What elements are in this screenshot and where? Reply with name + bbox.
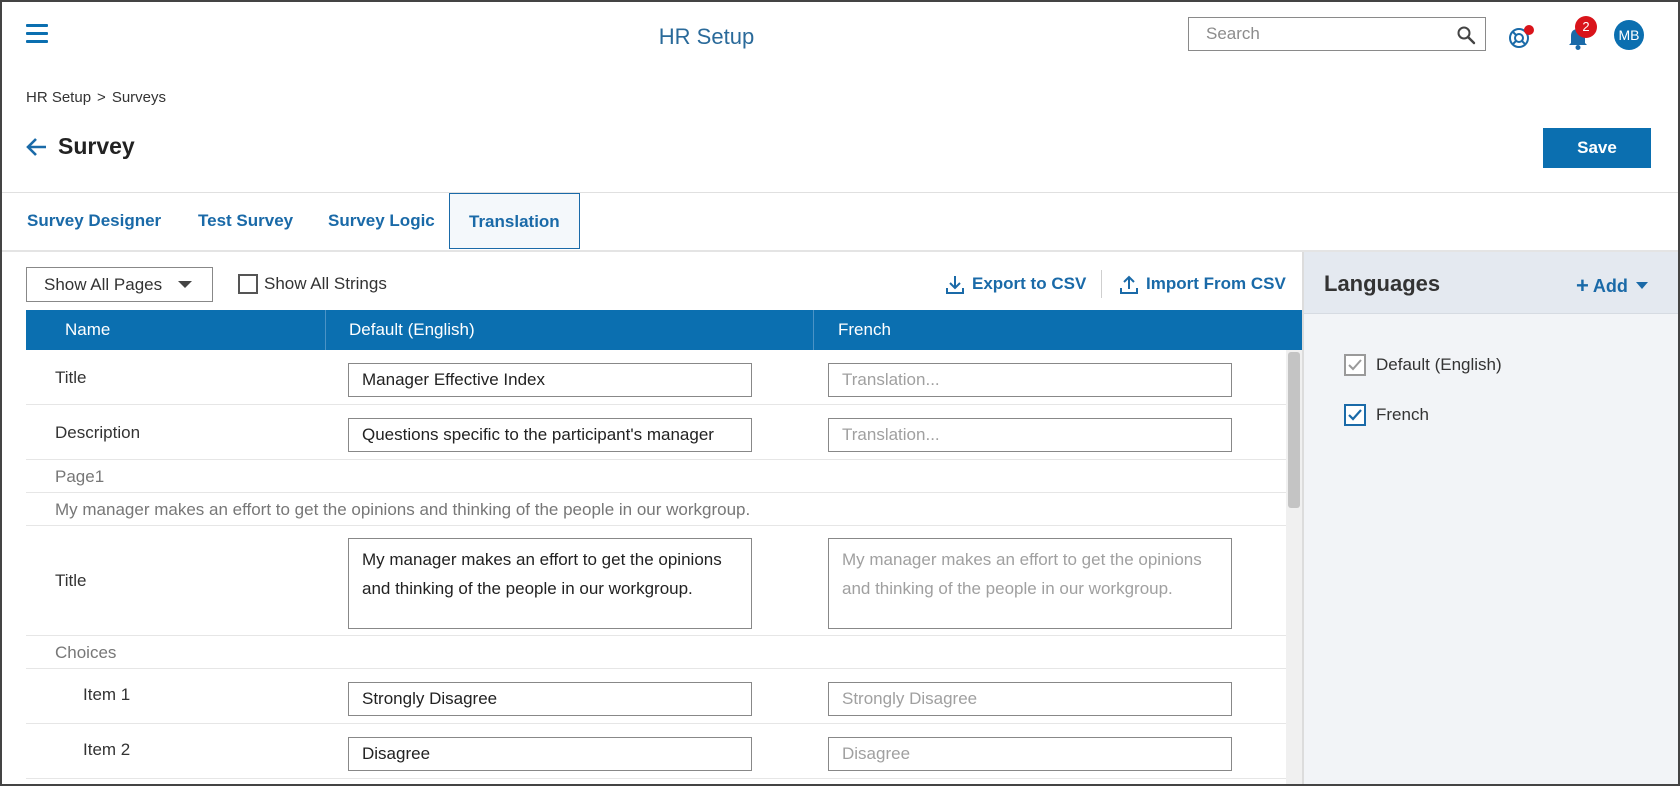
scrollbar-thumb[interactable] (1288, 352, 1300, 508)
add-language-label: Add (1592, 276, 1628, 296)
table-scrollbar[interactable] (1286, 350, 1302, 786)
tab-survey-logic[interactable]: Survey Logic (328, 193, 435, 249)
tab-bar: Survey Designer Test Survey Survey Logic… (0, 192, 1680, 252)
breadcrumb-separator: > (97, 89, 106, 106)
table-row: Title (26, 350, 1286, 405)
row-label: Title (55, 571, 87, 590)
section-heading-row: Page1 (26, 460, 1286, 493)
default-text-input[interactable] (348, 682, 752, 716)
chevron-down-icon (178, 281, 192, 288)
top-bar: HR Setup 2 MB (0, 0, 1680, 74)
translation-table-body: Title Description Page1 My manager makes… (26, 350, 1286, 786)
page-heading: Page1 (55, 467, 105, 486)
languages-title: Languages (1324, 271, 1441, 296)
column-divider (813, 310, 814, 350)
table-row: Title (26, 526, 1286, 636)
row-label: Item 2 (83, 740, 131, 759)
search-box (1188, 17, 1486, 51)
column-divider (325, 310, 326, 350)
row-label: Item 1 (83, 685, 131, 704)
translation-input[interactable] (828, 737, 1232, 771)
translation-text-area[interactable] (828, 538, 1232, 629)
french-checkbox[interactable] (1344, 404, 1366, 426)
show-all-strings-checkbox[interactable] (238, 274, 258, 294)
table-row: Item 1 (26, 669, 1286, 724)
checkmark-icon (1348, 359, 1362, 371)
export-csv-button[interactable]: Export to CSV (944, 274, 1086, 294)
show-all-strings-label[interactable]: Show All Strings (264, 274, 387, 294)
user-avatar[interactable]: MB (1614, 20, 1644, 50)
checkmark-icon (1348, 409, 1362, 421)
notification-badge: 2 (1575, 16, 1597, 38)
plus-icon: + (1576, 273, 1589, 298)
section-heading-row: Choices (26, 636, 1286, 669)
import-csv-label: Import From CSV (1146, 274, 1286, 293)
import-csv-button[interactable]: Import From CSV (1118, 274, 1286, 294)
default-text-input[interactable] (348, 418, 752, 452)
choices-heading: Choices (55, 643, 117, 662)
tab-test-survey[interactable]: Test Survey (198, 193, 293, 249)
table-header: Name Default (English) French (26, 310, 1302, 350)
languages-panel: Languages + Add Default (English) French (1302, 252, 1680, 786)
default-text-area[interactable] (348, 538, 752, 629)
save-button[interactable]: Save (1543, 128, 1651, 168)
default-text-input[interactable] (348, 363, 752, 397)
column-header-french: French (838, 320, 891, 339)
chevron-down-icon (1635, 282, 1648, 289)
upload-icon (1120, 275, 1138, 294)
export-csv-label: Export to CSV (972, 274, 1087, 293)
row-label: Title (55, 368, 87, 387)
toolbar-divider (1101, 270, 1102, 298)
back-arrow-icon[interactable] (26, 136, 48, 158)
breadcrumb-item-hr-setup[interactable]: HR Setup (26, 89, 91, 106)
search-input[interactable] (1189, 18, 1439, 50)
tab-survey-designer[interactable]: Survey Designer (27, 193, 161, 249)
column-header-name: Name (65, 320, 111, 339)
download-icon (946, 276, 964, 294)
default-text-input[interactable] (348, 737, 752, 771)
table-row: Item 2 (26, 724, 1286, 779)
translation-input[interactable] (828, 363, 1232, 397)
translation-input[interactable] (828, 418, 1232, 452)
table-row: Description (26, 405, 1286, 460)
add-language-button[interactable]: + Add (1576, 272, 1648, 298)
search-icon[interactable] (1456, 25, 1476, 45)
breadcrumb: HR Setup > Surveys (26, 89, 166, 106)
page-filter-dropdown[interactable]: Show All Pages (26, 267, 213, 302)
translation-input[interactable] (828, 682, 1232, 716)
languages-panel-header: Languages + Add (1304, 252, 1680, 314)
page-title: Survey (58, 133, 135, 159)
page-filter-value: Show All Pages (44, 275, 163, 294)
row-label: Description (55, 423, 141, 442)
tab-translation[interactable]: Translation (449, 193, 580, 249)
question-heading-row: My manager makes an effort to get the op… (26, 493, 1286, 526)
breadcrumb-item-surveys[interactable]: Surveys (112, 89, 166, 106)
language-label: French (1376, 405, 1429, 424)
question-heading: My manager makes an effort to get the op… (55, 500, 751, 519)
language-label: Default (English) (1376, 355, 1502, 374)
column-header-default: Default (English) (349, 320, 475, 339)
help-icon[interactable] (1506, 22, 1536, 52)
default-english-checkbox (1344, 354, 1366, 376)
